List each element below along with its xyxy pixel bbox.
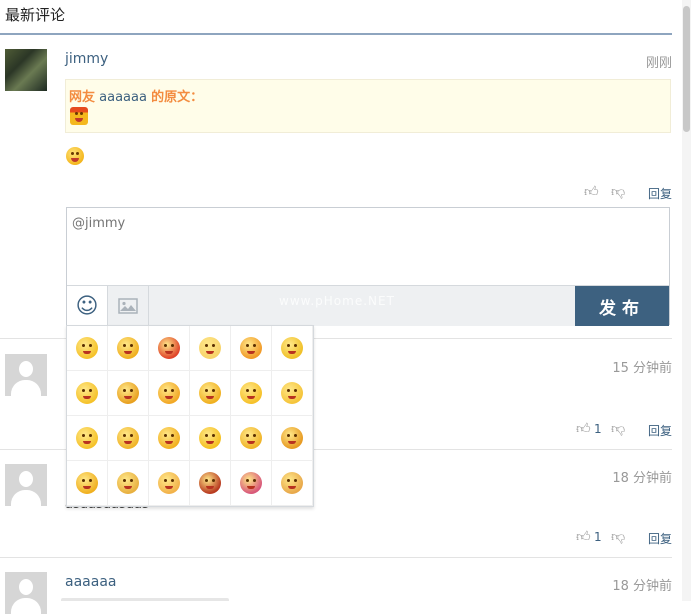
image-upload-button[interactable] [108, 286, 149, 326]
emoji-option[interactable] [272, 326, 313, 371]
comment-time: 18 分钟前 [612, 471, 672, 486]
publish-button[interactable]: 发布 [575, 286, 669, 326]
emoji-24-icon [281, 472, 303, 494]
emoji-option[interactable] [149, 461, 190, 506]
emoji-22-icon [199, 472, 221, 494]
reply-input[interactable] [67, 208, 669, 284]
emoji-option[interactable] [149, 326, 190, 371]
emoji-option[interactable] [108, 326, 149, 371]
emoji-1-icon [76, 337, 98, 359]
watermark: www.pHome.NET [279, 294, 395, 308]
thumbs-up-icon[interactable]: 👍︎ [576, 420, 591, 437]
thumbs-down-icon[interactable]: 👎︎ [611, 528, 625, 545]
emoji-option[interactable] [272, 416, 313, 461]
emoji-12-icon [281, 382, 303, 404]
emoji-option[interactable] [231, 371, 272, 416]
thumbs-down-icon[interactable]: 👎︎ [611, 183, 625, 200]
emoji-8-icon [117, 382, 139, 404]
emoji-option[interactable] [231, 461, 272, 506]
emoji-2-icon [117, 337, 139, 359]
emoji-5-icon [240, 337, 262, 359]
comment-time: 15 分钟前 [612, 361, 672, 376]
reply-box: ☺ www.pHome.NET 发布 [66, 207, 670, 326]
emoji-20-icon [117, 472, 139, 494]
emoji-option[interactable] [190, 416, 231, 461]
quote-line: 网友 aaaaaa 的原文： [69, 86, 203, 105]
reply-link[interactable]: 回复 [648, 530, 672, 547]
quoted-original: 网友 aaaaaa 的原文： [65, 79, 671, 133]
emoji-11-icon [240, 382, 262, 404]
avatar[interactable] [5, 572, 47, 614]
emoji-6-icon [281, 337, 303, 359]
emoji-option[interactable] [108, 461, 149, 506]
scrollbar-thumb[interactable] [683, 6, 690, 132]
comment-username[interactable]: aaaaaa [65, 574, 116, 590]
emoji-option[interactable] [67, 416, 108, 461]
reply-toolbar: ☺ www.pHome.NET 发布 [67, 285, 669, 326]
quote-prefix: 网友 [69, 90, 96, 105]
quote-author[interactable]: aaaaaa [99, 90, 147, 105]
emoji-option[interactable] [67, 461, 108, 506]
avatar[interactable] [5, 49, 47, 91]
emoji-19-icon [76, 472, 98, 494]
emoji-option[interactable] [190, 371, 231, 416]
emoji-option[interactable] [231, 326, 272, 371]
emoji-13-icon [76, 427, 98, 449]
emoji-option[interactable] [67, 371, 108, 416]
comment-time: 刚刚 [645, 56, 672, 71]
emoji-10-icon [199, 382, 221, 404]
thumbs-up-icon[interactable]: 👍︎ [584, 183, 599, 200]
emoji-9-icon [158, 382, 180, 404]
emoji-image [70, 107, 88, 125]
emoji-option[interactable] [149, 416, 190, 461]
emoji-option[interactable] [149, 371, 190, 416]
emoji-picker-button[interactable]: ☺ [67, 286, 108, 326]
avatar[interactable] [5, 464, 47, 506]
emoji-16-icon [199, 427, 221, 449]
emoji-17-icon [240, 427, 262, 449]
emoji-option[interactable] [231, 416, 272, 461]
reply-link[interactable]: 回复 [648, 422, 672, 439]
smiley-icon: ☺ [75, 293, 99, 319]
like-count: 1 [594, 422, 602, 436]
emoji-7-icon [76, 382, 98, 404]
quote-suffix: 的原文： [151, 90, 204, 105]
reply-link[interactable]: 回复 [648, 185, 672, 202]
emoji-14-icon [117, 427, 139, 449]
emoji-23-icon [240, 472, 262, 494]
emoji-option[interactable] [272, 461, 313, 506]
avatar[interactable] [5, 354, 47, 396]
emoji-option[interactable] [67, 326, 108, 371]
header-divider [0, 33, 672, 35]
emoji-option[interactable] [108, 416, 149, 461]
like-count: 1 [594, 530, 602, 544]
emoji-3-icon [158, 337, 180, 359]
emoji-option[interactable] [190, 461, 231, 506]
comment-username[interactable]: jimmy [65, 51, 108, 67]
emoji-option[interactable] [108, 371, 149, 416]
emoji-panel [66, 325, 314, 507]
scrollbar[interactable] [682, 0, 691, 601]
section-title: 最新评论 [5, 6, 66, 24]
image-icon [118, 298, 138, 314]
emoji-4-icon [199, 337, 221, 359]
thumbs-down-icon[interactable]: 👎︎ [611, 420, 625, 437]
emoji-15-icon [158, 427, 180, 449]
emoji-18-icon [281, 427, 303, 449]
comment-divider [0, 557, 672, 558]
comment-time: 18 分钟前 [612, 579, 672, 594]
emoji-grid [67, 326, 313, 506]
emoji-image [66, 147, 84, 165]
emoji-option[interactable] [272, 371, 313, 416]
emoji-option[interactable] [190, 326, 231, 371]
thumbs-up-icon[interactable]: 👍︎ [576, 528, 591, 545]
emoji-21-icon [158, 472, 180, 494]
